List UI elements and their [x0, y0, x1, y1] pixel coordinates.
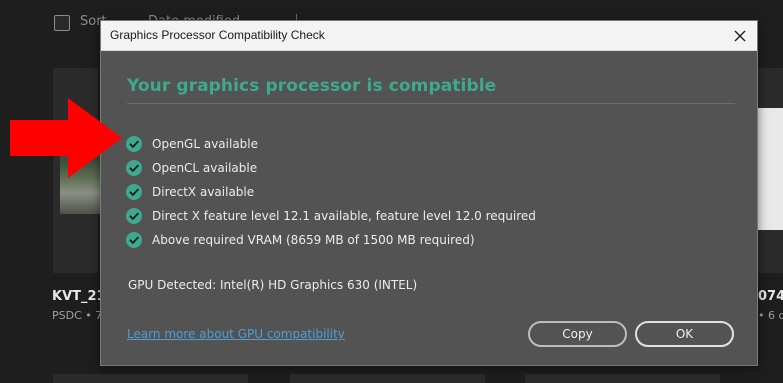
- ok-button[interactable]: OK: [635, 321, 734, 347]
- check-circle-icon: [126, 232, 142, 248]
- file-card-bottom-2[interactable]: [290, 374, 485, 383]
- check-label: Direct X feature level 12.1 available, f…: [152, 209, 536, 223]
- check-item-directx: DirectX available: [126, 183, 254, 201]
- check-circle-icon: [126, 160, 142, 176]
- check-label: OpenCL available: [152, 161, 258, 175]
- check-label: DirectX available: [152, 185, 255, 199]
- heading-divider: [127, 103, 735, 104]
- file-subtitle-right: • 6 da: [758, 309, 783, 322]
- file-card-bottom-3[interactable]: [525, 374, 720, 383]
- dialog-titlebar[interactable]: Graphics Processor Compatibility Check: [101, 21, 757, 51]
- check-label: OpenGL available: [152, 137, 259, 151]
- gpu-compatibility-dialog: Graphics Processor Compatibility Check Y…: [100, 20, 758, 366]
- check-item-vram: Above required VRAM (8659 MB of 1500 MB …: [126, 231, 475, 249]
- file-card-bottom-1[interactable]: [53, 374, 248, 383]
- copy-button[interactable]: Copy: [528, 321, 627, 347]
- check-label: Above required VRAM (8659 MB of 1500 MB …: [152, 233, 475, 247]
- select-all-checkbox[interactable]: [54, 15, 70, 31]
- file-title-right[interactable]: 0740: [758, 289, 783, 304]
- red-arrow-annotation: [10, 98, 122, 178]
- close-icon[interactable]: [734, 30, 746, 42]
- close-button[interactable]: [723, 21, 757, 50]
- learn-more-link[interactable]: Learn more about GPU compatibility: [127, 327, 345, 341]
- check-circle-icon: [126, 184, 142, 200]
- check-circle-icon: [126, 208, 142, 224]
- compatibility-heading: Your graphics processor is compatible: [127, 76, 497, 96]
- check-circle-icon: [126, 136, 142, 152]
- gpu-detected-text: GPU Detected: Intel(R) HD Graphics 630 (…: [128, 278, 418, 292]
- check-item-feature-level: Direct X feature level 12.1 available, f…: [126, 207, 536, 225]
- dialog-title: Graphics Processor Compatibility Check: [110, 28, 325, 42]
- check-item-opengl: OpenGL available: [126, 135, 258, 153]
- file-thumbnail-right[interactable]: [758, 108, 783, 230]
- check-item-opencl: OpenCL available: [126, 159, 257, 177]
